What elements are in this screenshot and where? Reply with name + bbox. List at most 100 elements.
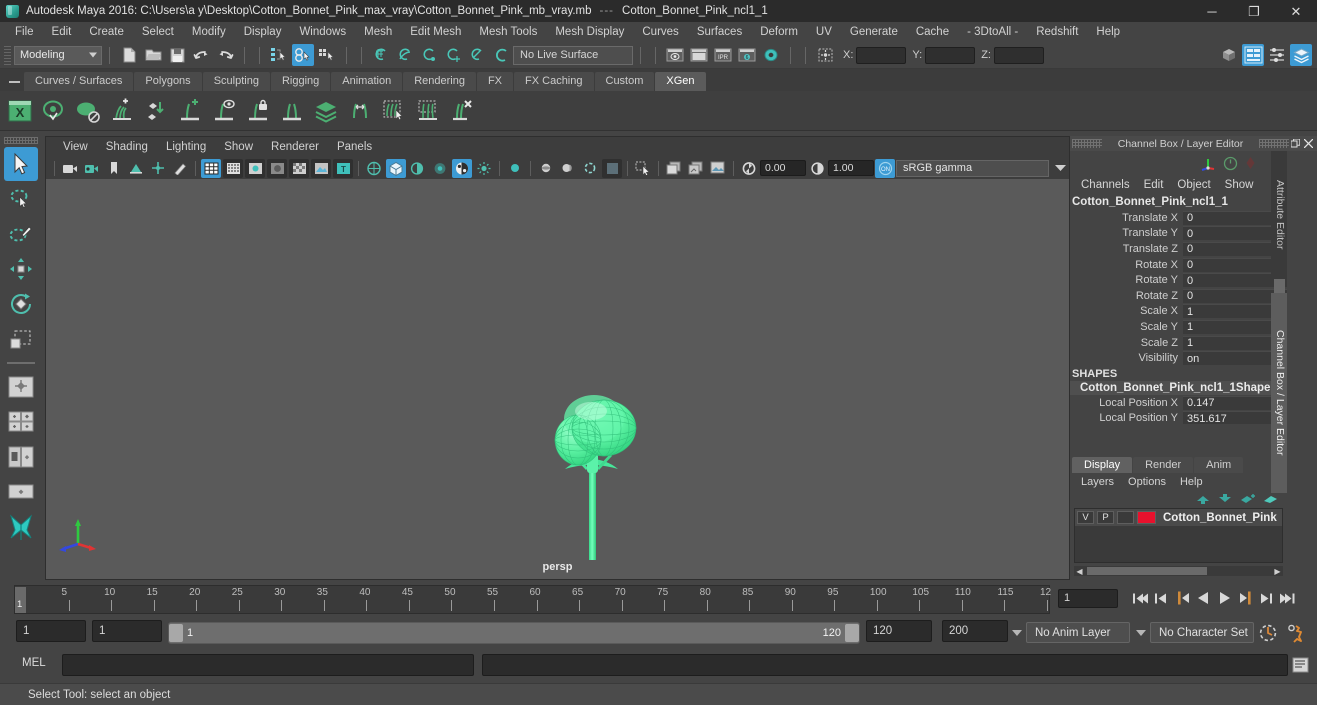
single-perspective-layout-button[interactable] bbox=[4, 370, 38, 404]
multisample-icon[interactable] bbox=[452, 158, 472, 178]
menu-modify[interactable]: Modify bbox=[183, 24, 235, 40]
persp-graph-layout-button[interactable] bbox=[4, 475, 38, 509]
layer-visibility-toggle[interactable]: V bbox=[1077, 511, 1094, 524]
color-management-dropdown[interactable]: sRGB gamma bbox=[896, 159, 1049, 177]
render-settings-icon[interactable] bbox=[760, 44, 782, 66]
layer-playback-toggle[interactable]: P bbox=[1097, 511, 1114, 524]
shelf-tab-rigging[interactable]: Rigging bbox=[270, 72, 331, 91]
show-render-view-icon[interactable] bbox=[664, 44, 686, 66]
snap-to-projected-center-icon[interactable] bbox=[442, 44, 464, 66]
maximize-button[interactable]: ❐ bbox=[1233, 0, 1275, 22]
character-set-dropdown[interactable]: No Character Set bbox=[1150, 622, 1254, 643]
character-set-chevron-down-icon[interactable] bbox=[1134, 622, 1148, 644]
render-current-frame-icon[interactable] bbox=[688, 44, 710, 66]
xgen-guide-icon[interactable] bbox=[72, 95, 104, 127]
lighting-all-icon[interactable] bbox=[386, 158, 406, 178]
animation-end-time-field[interactable]: 200 bbox=[942, 620, 1008, 642]
smooth-shade-selected-icon[interactable] bbox=[245, 158, 265, 178]
shelf-tab-fx-caching[interactable]: FX Caching bbox=[514, 72, 594, 91]
shelf-tab-xgen[interactable]: XGen bbox=[655, 72, 706, 91]
menu-file[interactable]: File bbox=[6, 24, 43, 40]
redo-icon[interactable] bbox=[214, 44, 236, 66]
2d-pan-zoom-icon[interactable] bbox=[148, 159, 168, 178]
current-time-indicator[interactable]: 1 bbox=[15, 587, 26, 613]
paint-select-tool-button[interactable] bbox=[4, 217, 38, 251]
bookmark-icon[interactable] bbox=[104, 159, 124, 178]
grid-toggle-icon[interactable] bbox=[536, 159, 556, 178]
go-to-end-icon[interactable] bbox=[1277, 587, 1298, 609]
channel-box-menu-edit[interactable]: Edit bbox=[1137, 178, 1171, 192]
xgen-preview-guide-icon[interactable] bbox=[208, 95, 240, 127]
attribute-row[interactable]: Scale Z1 bbox=[1070, 335, 1287, 351]
viewport-select-icon[interactable] bbox=[633, 159, 653, 178]
select-camera-icon[interactable] bbox=[60, 159, 80, 178]
anim-layer-chevron-down-icon[interactable] bbox=[1010, 622, 1024, 644]
color-management-toggle-icon[interactable]: ON bbox=[875, 158, 895, 178]
persp-outliner-layout-button[interactable] bbox=[4, 440, 38, 474]
viewport-menu-view[interactable]: View bbox=[54, 140, 97, 154]
make-live-icon[interactable] bbox=[490, 44, 512, 66]
tab-attribute-editor[interactable]: Attribute Editor bbox=[1271, 151, 1287, 279]
attribute-row[interactable]: Rotate Y0 bbox=[1070, 272, 1287, 288]
render-sequence-icon[interactable]: 6 bbox=[736, 44, 758, 66]
xgen-preview-icon[interactable] bbox=[38, 95, 70, 127]
select-by-component-icon[interactable] bbox=[316, 44, 338, 66]
xgen-freeze-guide-icon[interactable] bbox=[242, 95, 274, 127]
time-slider[interactable]: 1 5 10 15 20 25 30 35 40 45 50 55 60 65 70 75 80 85 90 95 1… bbox=[14, 585, 1051, 614]
channel-box-menu-channels[interactable]: Channels bbox=[1074, 178, 1137, 192]
move-layer-down-icon[interactable] bbox=[1218, 493, 1233, 505]
use-default-material-icon[interactable] bbox=[311, 158, 331, 178]
viewport-menu-show[interactable]: Show bbox=[215, 140, 262, 154]
play-forwards-icon[interactable] bbox=[1214, 587, 1235, 609]
command-input-field[interactable] bbox=[62, 654, 474, 676]
shelf-menu-icon[interactable] bbox=[4, 73, 24, 91]
undock-icon[interactable] bbox=[1289, 137, 1302, 150]
playback-end-time-field[interactable]: 120 bbox=[866, 620, 932, 642]
current-frame-field[interactable]: 1 bbox=[1058, 588, 1118, 608]
scroll-left-arrow-icon[interactable]: ◀ bbox=[1074, 567, 1085, 576]
grease-pencil-icon[interactable] bbox=[170, 159, 190, 178]
menu-display[interactable]: Display bbox=[235, 24, 291, 40]
attribute-row[interactable]: Translate Y0 bbox=[1070, 226, 1287, 242]
select-by-object-icon[interactable] bbox=[292, 44, 314, 66]
screen-space-ao-icon[interactable] bbox=[430, 159, 450, 178]
channel-box-icon[interactable] bbox=[1290, 44, 1312, 66]
menu-set-dropdown[interactable]: Modeling bbox=[14, 45, 102, 65]
rotate-tool-button[interactable] bbox=[4, 287, 38, 321]
attribute-row[interactable]: Translate X0 bbox=[1070, 210, 1287, 226]
range-start-handle[interactable] bbox=[169, 624, 183, 642]
layer-tab-anim[interactable]: Anim bbox=[1194, 457, 1244, 473]
motion-blur-icon[interactable] bbox=[474, 159, 494, 178]
manipulator-axis-icon[interactable] bbox=[1200, 156, 1217, 171]
command-language-label[interactable]: MEL bbox=[22, 657, 46, 669]
shelf-tab-curves-surfaces[interactable]: Curves / Surfaces bbox=[24, 72, 134, 91]
menu-mesh-tools[interactable]: Mesh Tools bbox=[470, 24, 546, 40]
channel-box-scroll-area[interactable]: Cotton_Bonnet_Pink_ncl1_1 Translate X 0 Tr… bbox=[1070, 194, 1287, 424]
layer-tab-render[interactable]: Render bbox=[1133, 457, 1194, 473]
xgen-add-primitive-icon[interactable] bbox=[174, 95, 206, 127]
move-layer-up-icon[interactable] bbox=[1196, 493, 1211, 505]
viewport-menu-shading[interactable]: Shading bbox=[97, 140, 157, 154]
shaded-textured-icon[interactable] bbox=[289, 158, 309, 178]
four-view-layout-button[interactable] bbox=[4, 405, 38, 439]
minimize-button[interactable]: ─ bbox=[1191, 0, 1233, 22]
statusline-grip[interactable] bbox=[4, 44, 11, 66]
resolution-gate-icon[interactable] bbox=[580, 159, 600, 178]
snap-to-grid-icon[interactable] bbox=[370, 44, 392, 66]
attribute-row[interactable]: Translate Z0 bbox=[1070, 241, 1287, 257]
step-forward-frame-icon[interactable] bbox=[1235, 587, 1256, 609]
menu-uv[interactable]: UV bbox=[807, 24, 841, 40]
undo-icon[interactable] bbox=[190, 44, 212, 66]
viewport-canvas[interactable]: persp bbox=[46, 179, 1069, 579]
xgen-add-guide-icon[interactable] bbox=[106, 95, 138, 127]
wireframe-icon[interactable] bbox=[201, 158, 221, 178]
attribute-row[interactable]: Rotate X0 bbox=[1070, 257, 1287, 273]
panel-grip[interactable] bbox=[1259, 139, 1289, 148]
panel-grip[interactable] bbox=[1072, 139, 1102, 148]
toggle-panel-icon[interactable] bbox=[686, 159, 706, 178]
auto-keyframe-icon[interactable] bbox=[1258, 623, 1278, 643]
modeling-toolkit-icon[interactable] bbox=[1218, 44, 1240, 66]
go-to-start-icon[interactable] bbox=[1130, 587, 1151, 609]
shelf-tab-rendering[interactable]: Rendering bbox=[403, 72, 476, 91]
animation-preferences-icon[interactable] bbox=[1286, 623, 1306, 643]
